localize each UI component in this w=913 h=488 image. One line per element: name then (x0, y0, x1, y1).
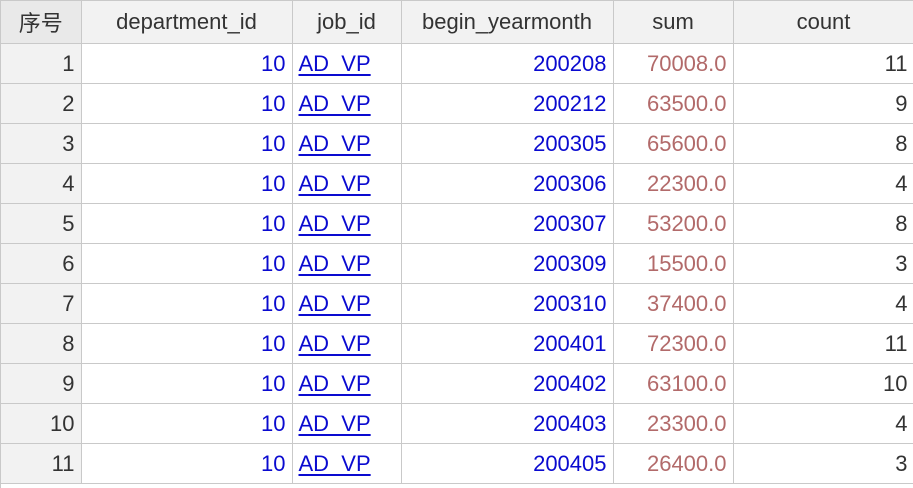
department-id-cell[interactable]: 10 (81, 443, 293, 484)
begin-yearmonth-cell[interactable]: 200403 (401, 403, 614, 444)
sum-cell[interactable]: 63100.0 (613, 363, 734, 404)
sum-cell[interactable]: 70008.0 (613, 43, 734, 84)
row-index-cell[interactable]: 9 (1, 363, 82, 404)
count-cell[interactable]: 4 (733, 403, 913, 444)
sum-cell[interactable]: 72300.0 (613, 323, 734, 364)
begin-yearmonth-cell[interactable]: 200212 (401, 83, 614, 124)
column-header-begin-yearmonth[interactable]: begin_yearmonth (401, 1, 614, 44)
begin-yearmonth-cell[interactable]: 200307 (401, 203, 614, 244)
department-id-cell[interactable]: 10 (81, 283, 293, 324)
count-cell[interactable]: 11 (733, 43, 913, 84)
job-id-cell[interactable]: AD_VP (292, 323, 402, 364)
job-id-cell[interactable]: AD_VP (292, 203, 402, 244)
count-cell[interactable]: 3 (733, 243, 913, 284)
table-row[interactable]: 2 10 AD_VP 200212 63500.0 9 (1, 83, 913, 124)
job-id-cell[interactable]: AD_VP (292, 283, 402, 324)
table-row[interactable]: 7 10 AD_VP 200310 37400.0 4 (1, 283, 913, 324)
begin-yearmonth-cell[interactable]: 200401 (401, 323, 614, 364)
begin-yearmonth-cell[interactable]: 200310 (401, 283, 614, 324)
row-index-cell[interactable]: 8 (1, 323, 82, 364)
table-row[interactable]: 3 10 AD_VP 200305 65600.0 8 (1, 123, 913, 164)
department-id-cell[interactable]: 10 (81, 83, 293, 124)
count-cell[interactable]: 11 (733, 323, 913, 364)
department-id-cell[interactable]: 10 (81, 123, 293, 164)
result-table: 序号 department_id job_id begin_yearmonth … (1, 1, 913, 484)
sum-cell[interactable]: 37400.0 (613, 283, 734, 324)
sum-cell[interactable]: 65600.0 (613, 123, 734, 164)
job-id-cell[interactable]: AD_VP (292, 43, 402, 84)
department-id-cell[interactable]: 10 (81, 403, 293, 444)
table-body: 1 10 AD_VP 200208 70008.0 11 2 10 AD_VP 200212 635… (1, 43, 913, 484)
column-header-count[interactable]: count (733, 1, 913, 44)
column-header-index[interactable]: 序号 (1, 1, 82, 44)
job-id-link[interactable]: AD_VP (299, 171, 371, 196)
table-row[interactable]: 11 10 AD_VP 200405 26400.0 3 (1, 443, 913, 484)
job-id-cell[interactable]: AD_VP (292, 443, 402, 484)
header-row: 序号 department_id job_id begin_yearmonth … (1, 1, 913, 44)
count-cell[interactable]: 8 (733, 123, 913, 164)
row-index-cell[interactable]: 10 (1, 403, 82, 444)
job-id-link[interactable]: AD_VP (299, 451, 371, 476)
table-row[interactable]: 5 10 AD_VP 200307 53200.0 8 (1, 203, 913, 244)
sum-cell[interactable]: 63500.0 (613, 83, 734, 124)
job-id-link[interactable]: AD_VP (299, 51, 371, 76)
begin-yearmonth-cell[interactable]: 200405 (401, 443, 614, 484)
begin-yearmonth-cell[interactable]: 200402 (401, 363, 614, 404)
row-index-cell[interactable]: 6 (1, 243, 82, 284)
table-row[interactable]: 6 10 AD_VP 200309 15500.0 3 (1, 243, 913, 284)
table-row[interactable]: 8 10 AD_VP 200401 72300.0 11 (1, 323, 913, 364)
table-row[interactable]: 9 10 AD_VP 200402 63100.0 10 (1, 363, 913, 404)
job-id-link[interactable]: AD_VP (299, 411, 371, 436)
row-index-cell[interactable]: 2 (1, 83, 82, 124)
sum-cell[interactable]: 23300.0 (613, 403, 734, 444)
department-id-cell[interactable]: 10 (81, 323, 293, 364)
job-id-link[interactable]: AD_VP (299, 251, 371, 276)
count-cell[interactable]: 4 (733, 283, 913, 324)
sum-cell[interactable]: 26400.0 (613, 443, 734, 484)
begin-yearmonth-cell[interactable]: 200208 (401, 43, 614, 84)
job-id-link[interactable]: AD_VP (299, 131, 371, 156)
job-id-link[interactable]: AD_VP (299, 331, 371, 356)
job-id-cell[interactable]: AD_VP (292, 123, 402, 164)
row-index-cell[interactable]: 11 (1, 443, 82, 484)
row-index-cell[interactable]: 4 (1, 163, 82, 204)
job-id-link[interactable]: AD_VP (299, 371, 371, 396)
row-index-cell[interactable]: 5 (1, 203, 82, 244)
table-row[interactable]: 1 10 AD_VP 200208 70008.0 11 (1, 43, 913, 84)
column-header-job-id[interactable]: job_id (292, 1, 402, 44)
begin-yearmonth-cell[interactable]: 200306 (401, 163, 614, 204)
job-id-cell[interactable]: AD_VP (292, 403, 402, 444)
department-id-cell[interactable]: 10 (81, 163, 293, 204)
department-id-cell[interactable]: 10 (81, 363, 293, 404)
count-cell[interactable]: 10 (733, 363, 913, 404)
count-cell[interactable]: 3 (733, 443, 913, 484)
count-cell[interactable]: 4 (733, 163, 913, 204)
row-index-cell[interactable]: 7 (1, 283, 82, 324)
job-id-cell[interactable]: AD_VP (292, 243, 402, 284)
row-index-cell[interactable]: 1 (1, 43, 82, 84)
row-index-cell[interactable]: 3 (1, 123, 82, 164)
sum-cell[interactable]: 22300.0 (613, 163, 734, 204)
sum-cell[interactable]: 15500.0 (613, 243, 734, 284)
sum-cell[interactable]: 53200.0 (613, 203, 734, 244)
table-row[interactable]: 10 10 AD_VP 200403 23300.0 4 (1, 403, 913, 444)
begin-yearmonth-cell[interactable]: 200305 (401, 123, 614, 164)
department-id-cell[interactable]: 10 (81, 203, 293, 244)
job-id-link[interactable]: AD_VP (299, 211, 371, 236)
begin-yearmonth-cell[interactable]: 200309 (401, 243, 614, 284)
count-cell[interactable]: 9 (733, 83, 913, 124)
column-header-sum[interactable]: sum (613, 1, 734, 44)
table-row[interactable]: 4 10 AD_VP 200306 22300.0 4 (1, 163, 913, 204)
department-id-cell[interactable]: 10 (81, 43, 293, 84)
column-header-department-id[interactable]: department_id (81, 1, 293, 44)
job-id-cell[interactable]: AD_VP (292, 363, 402, 404)
job-id-link[interactable]: AD_VP (299, 91, 371, 116)
job-id-cell[interactable]: AD_VP (292, 83, 402, 124)
count-cell[interactable]: 8 (733, 203, 913, 244)
department-id-cell[interactable]: 10 (81, 243, 293, 284)
result-grid: 序号 department_id job_id begin_yearmonth … (0, 0, 913, 488)
job-id-link[interactable]: AD_VP (299, 291, 371, 316)
job-id-cell[interactable]: AD_VP (292, 163, 402, 204)
